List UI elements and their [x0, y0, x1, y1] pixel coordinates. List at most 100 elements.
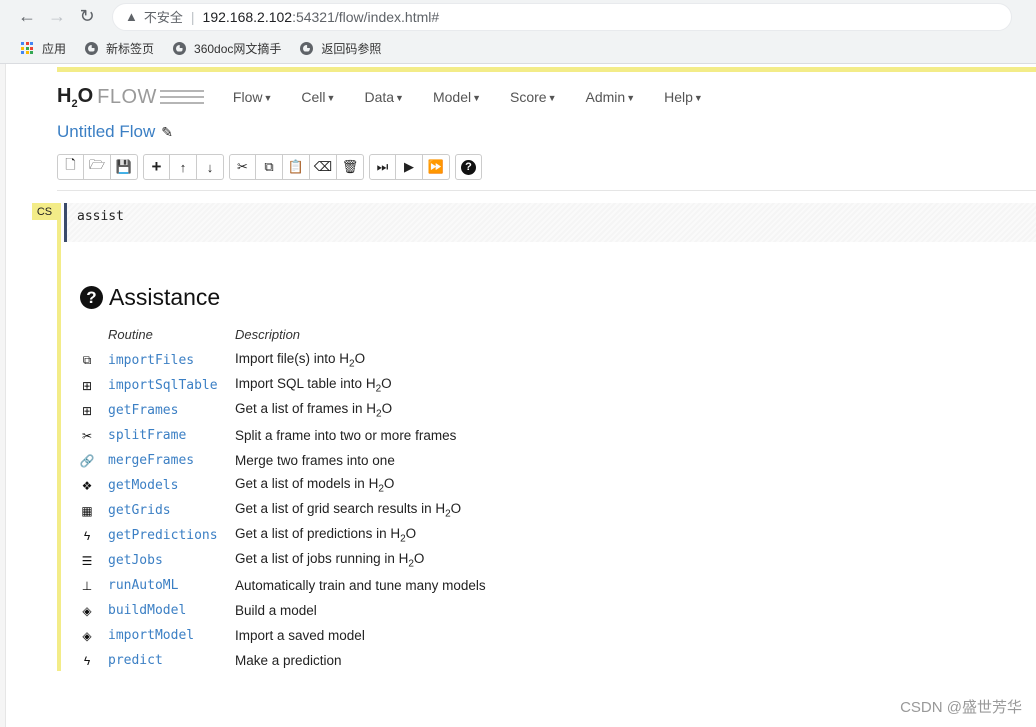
- cube-icon: ◈: [82, 628, 92, 643]
- routine-link[interactable]: getJobs: [108, 553, 163, 568]
- url-host: 192.168.2.102: [202, 8, 293, 25]
- flow-title-text: Untitled Flow: [57, 122, 156, 141]
- menu-cell[interactable]: Cell▼: [301, 89, 335, 105]
- help-button[interactable]: ?: [455, 154, 482, 180]
- caret-down-icon: ▼: [263, 93, 273, 103]
- menu-data[interactable]: Data▼: [364, 89, 404, 105]
- move-up-button[interactable]: ↑: [170, 154, 197, 180]
- routine-link[interactable]: predict: [108, 653, 163, 668]
- bookmark-return-codes[interactable]: 返回码参照: [299, 40, 381, 57]
- logo-word: FLOW: [97, 85, 157, 108]
- run-all-button[interactable]: ⏩: [423, 154, 450, 180]
- tasks-icon: ☰: [81, 553, 93, 568]
- caret-down-icon: ▼: [395, 93, 404, 103]
- routine-description: Import file(s) into H2O: [235, 351, 366, 370]
- globe-icon: [172, 41, 186, 55]
- routine-description: Get a list of frames in H2O: [235, 401, 393, 420]
- step-button[interactable]: ⏭: [369, 154, 396, 180]
- table-row: ☰ getJobs Get a list of jobs running in H2…: [78, 548, 538, 573]
- cube-icon: ◈: [82, 603, 92, 618]
- page: H2O FLOW Flow▼ Cell▼ Data▼ Model▼ Score▼…: [0, 64, 1036, 727]
- reload-icon[interactable]: ↻: [72, 2, 102, 32]
- insert-cell-button[interactable]: +: [143, 154, 170, 180]
- paste-button[interactable]: 📋: [283, 154, 310, 180]
- routine-link[interactable]: getModels: [108, 478, 178, 493]
- routine-description: Get a list of models in H2O: [235, 476, 395, 495]
- cell-code-editor[interactable]: assist: [64, 203, 1036, 242]
- routine-link[interactable]: getGrids: [108, 503, 171, 518]
- question-circle-icon: ?: [461, 159, 476, 175]
- caret-down-icon: ▼: [547, 93, 557, 103]
- new-flow-button[interactable]: 🗋: [57, 154, 84, 180]
- play-icon: ▶: [404, 159, 414, 174]
- bookmark-360doc[interactable]: 360doc网文摘手: [172, 40, 281, 57]
- logo-text: H2O: [57, 84, 94, 110]
- table-row: ✂ splitFrame Split a frame into two or mor…: [78, 423, 538, 448]
- routine-link[interactable]: getFrames: [108, 403, 178, 418]
- routine-description: Get a list of jobs running in H2O: [235, 551, 425, 570]
- flow-title[interactable]: Untitled Flow ✎: [57, 122, 173, 142]
- copy-icon: ⧉: [264, 159, 274, 174]
- routine-link[interactable]: splitFrame: [108, 428, 186, 443]
- routine-description: Get a list of predictions in H2O: [235, 526, 417, 545]
- table-row: ⊥ runAutoML Automatically train and tune m…: [78, 573, 538, 598]
- routine-link[interactable]: importModel: [108, 628, 194, 643]
- table-row: ϟ predict Make a prediction: [78, 648, 538, 673]
- table-row: ϟ getPredictions Get a list of predictions…: [78, 523, 538, 548]
- routine-link[interactable]: importFiles: [108, 353, 194, 368]
- arrow-down-icon: ↓: [206, 159, 214, 175]
- routine-description: Build a model: [235, 603, 317, 618]
- clear-button[interactable]: ⌫: [310, 154, 337, 180]
- menu-label: Flow: [232, 89, 263, 105]
- arrow-up-icon: ↑: [179, 159, 187, 175]
- forward-arrow-icon[interactable]: →: [42, 2, 72, 32]
- routine-link[interactable]: getPredictions: [108, 528, 218, 543]
- caret-down-icon: ▼: [472, 93, 482, 103]
- caret-down-icon: ▼: [693, 93, 703, 103]
- open-flow-button[interactable]: 🗁: [84, 154, 111, 180]
- run-button[interactable]: ▶: [396, 154, 423, 180]
- routine-link[interactable]: mergeFrames: [108, 453, 194, 468]
- sitemap-icon: ⊥: [81, 578, 93, 593]
- bookmark-label: 返回码参照: [321, 41, 382, 56]
- column-header-routine: Routine: [108, 327, 153, 342]
- menu-admin[interactable]: Admin▼: [586, 89, 636, 105]
- routine-description: Split a frame into two or more frames: [235, 428, 457, 443]
- h2o-flow-logo: H2O FLOW: [57, 85, 204, 110]
- menu-flow[interactable]: Flow▼: [233, 89, 272, 105]
- menu-help[interactable]: Help▼: [664, 89, 703, 105]
- browser-toolbar: ← → ↻ ▲ 不安全 | 192.168.2.102 :54321/flow/…: [0, 0, 1036, 33]
- browser-chrome: ← → ↻ ▲ 不安全 | 192.168.2.102 :54321/flow/…: [0, 0, 1036, 64]
- save-flow-button[interactable]: 💾: [111, 154, 138, 180]
- delete-button[interactable]: 🗑: [337, 154, 364, 180]
- toolbar-group-run: ⏭ ▶ ⏩: [369, 154, 450, 180]
- bookmark-new-tab[interactable]: 新标签页: [84, 40, 154, 57]
- address-bar[interactable]: ▲ 不安全 | 192.168.2.102 :54321/flow/index.…: [112, 2, 1012, 31]
- routine-link[interactable]: buildModel: [108, 603, 186, 618]
- bookmark-apps[interactable]: 应用: [20, 40, 66, 57]
- routine-description: Import a saved model: [235, 628, 365, 643]
- flow-top-accent: [57, 67, 1036, 72]
- url-path: :54321/flow/index.html#: [292, 8, 440, 25]
- menu-model[interactable]: Model▼: [433, 89, 481, 105]
- routine-link[interactable]: importSqlTable: [108, 378, 218, 393]
- menu-label: Help: [664, 89, 693, 105]
- table-row: ⊞ importSqlTable Import SQL table into H2O: [78, 373, 538, 398]
- move-down-button[interactable]: ↓: [197, 154, 224, 180]
- cut-button[interactable]: ✂: [229, 154, 256, 180]
- flow-toolbar: 🗋 🗁 💾 + ↑ ↓ ✂ ⧉ 📋 ⌫ 🗑 ⏭ ▶ ⏩ ?: [57, 154, 487, 180]
- table-row: ▦ getGrids Get a list of grid search resul…: [78, 498, 538, 523]
- folder-open-icon: 🗁: [88, 157, 106, 172]
- routine-link[interactable]: runAutoML: [108, 578, 178, 593]
- table-row: ⊞ getFrames Get a list of frames in H2O: [78, 398, 538, 423]
- copy-button[interactable]: ⧉: [256, 154, 283, 180]
- scissors-icon: ✂: [81, 428, 93, 443]
- back-arrow-icon[interactable]: ←: [12, 2, 42, 32]
- logo-lines: [159, 90, 204, 104]
- menu-label: Admin: [585, 89, 626, 105]
- pencil-icon[interactable]: ✎: [161, 124, 173, 141]
- table-icon: ⊞: [81, 403, 93, 418]
- menu-label: Score: [510, 89, 547, 105]
- globe-icon: [84, 41, 98, 55]
- menu-score[interactable]: Score▼: [510, 89, 557, 105]
